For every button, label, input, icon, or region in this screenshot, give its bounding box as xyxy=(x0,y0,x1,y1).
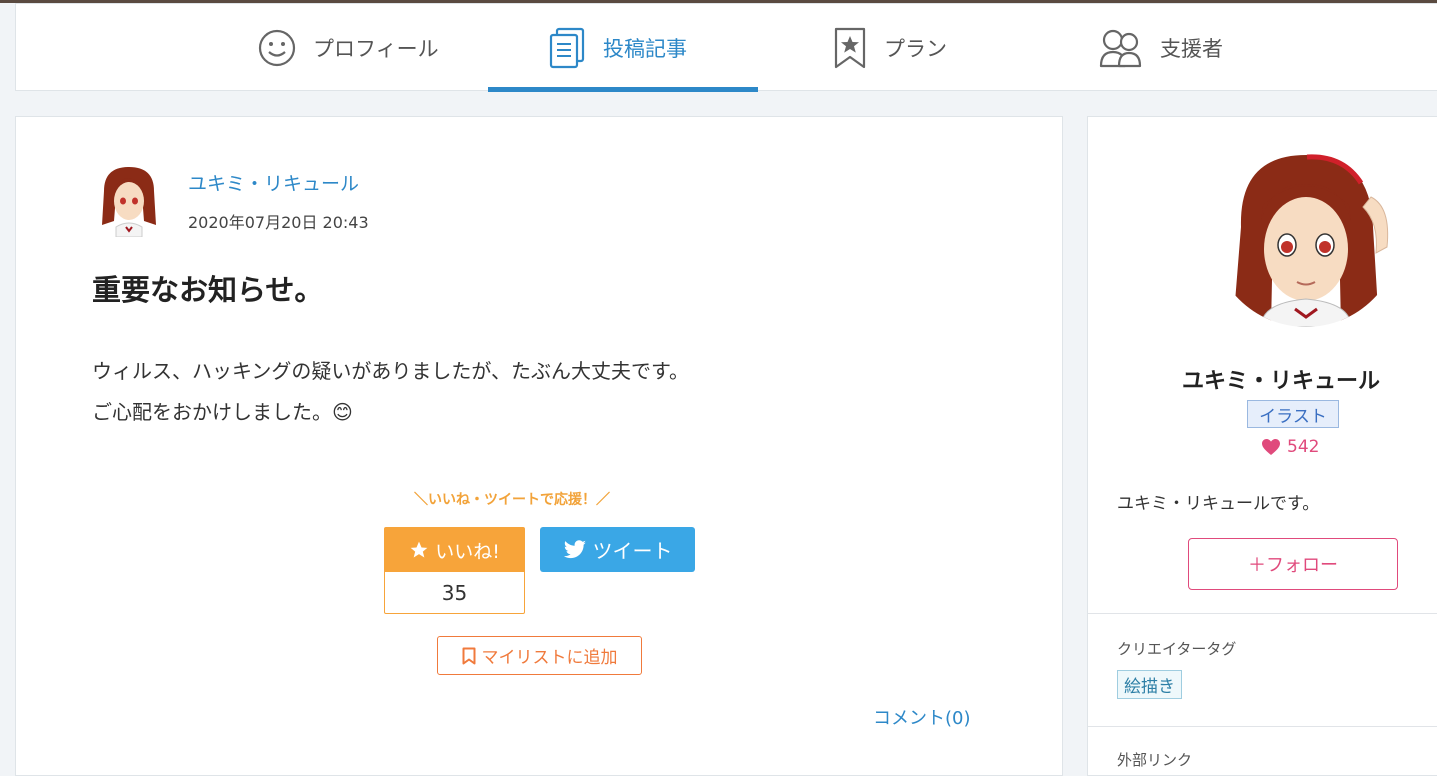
author-avatar[interactable] xyxy=(96,161,162,237)
like-label: いいね! xyxy=(435,540,500,563)
tab-posts-label: 投稿記事 xyxy=(603,37,687,61)
support-banner: ＼いいね・ツイートで応援！／ xyxy=(414,492,610,508)
bookmark-icon xyxy=(462,647,475,664)
comment-link[interactable]: コメント(0) xyxy=(873,704,971,730)
twitter-bird-icon xyxy=(563,539,586,558)
document-icon xyxy=(549,27,585,69)
post-body-line-2-text: ご心配をおかけしました。 xyxy=(92,400,332,424)
creator-sidebar: ユキミ・リキュール イラスト 542 ユキミ・リキュールです。 ＋フォロー クリ… xyxy=(1087,116,1437,776)
post-body-line-1: ウィルス、ハッキングの疑いがありましたが、たぶん大丈夫です。 xyxy=(92,359,689,383)
like-count: 35 xyxy=(441,580,468,605)
sidebar-divider xyxy=(1088,613,1437,614)
creator-tags-label: クリエイタータグ xyxy=(1117,640,1237,658)
follow-button[interactable]: ＋フォロー xyxy=(1188,538,1398,590)
tab-profile-label: プロフィール xyxy=(313,37,439,61)
tab-supporters-label: 支援者 xyxy=(1160,37,1223,61)
post-body-line-2: ご心配をおかけしました。😊 xyxy=(92,392,689,433)
external-links-label: 外部リンク xyxy=(1117,751,1193,769)
creator-name: ユキミ・リキュール xyxy=(1182,369,1381,394)
creator-description: ユキミ・リキュールです。 xyxy=(1117,494,1320,514)
smiley-icon xyxy=(258,29,296,67)
post-title: 重要なお知らせ。 xyxy=(92,273,324,307)
tab-profile[interactable]: プロフィール xyxy=(257,4,439,92)
creator-category-badge[interactable]: イラスト xyxy=(1247,400,1339,428)
creator-likes: 542 xyxy=(1261,437,1319,457)
star-icon xyxy=(410,541,428,558)
tab-plans-label: プラン xyxy=(884,37,947,61)
sidebar-divider xyxy=(1088,726,1437,727)
heart-icon xyxy=(1262,439,1280,455)
author-name-link[interactable]: ユキミ・リキュール xyxy=(188,169,359,196)
tab-plans[interactable]: プラン xyxy=(832,4,947,92)
tweet-label: ツイート xyxy=(592,539,673,563)
post-card: ユキミ・リキュール 2020年07月20日 20:43 重要なお知らせ。 ウィル… xyxy=(15,116,1063,776)
active-tab-indicator xyxy=(488,87,758,92)
creator-likes-count: 542 xyxy=(1287,437,1320,457)
creator-tab-bar: プロフィール 投稿記事 プラン 支援者 xyxy=(15,3,1437,92)
people-icon xyxy=(1099,29,1142,68)
mylist-label: マイリストに追加 xyxy=(481,648,618,668)
add-to-mylist-button[interactable]: マイリストに追加 xyxy=(437,636,642,675)
creator-tag[interactable]: 絵描き xyxy=(1117,670,1182,699)
like-button[interactable]: いいね! 35 xyxy=(384,527,525,614)
post-body: ウィルス、ハッキングの疑いがありましたが、たぶん大丈夫です。 ご心配をおかけしま… xyxy=(92,351,689,433)
smile-emoji-icon: 😊 xyxy=(332,400,353,424)
bookmark-star-icon xyxy=(834,27,866,69)
post-date: 2020年07月20日 20:43 xyxy=(188,213,369,232)
tweet-button[interactable]: ツイート xyxy=(540,527,695,572)
like-button-header[interactable]: いいね! xyxy=(385,528,524,572)
tab-supporters[interactable]: 支援者 xyxy=(1098,4,1223,92)
tab-posts[interactable]: 投稿記事 xyxy=(547,4,687,92)
creator-avatar[interactable] xyxy=(1211,137,1401,327)
